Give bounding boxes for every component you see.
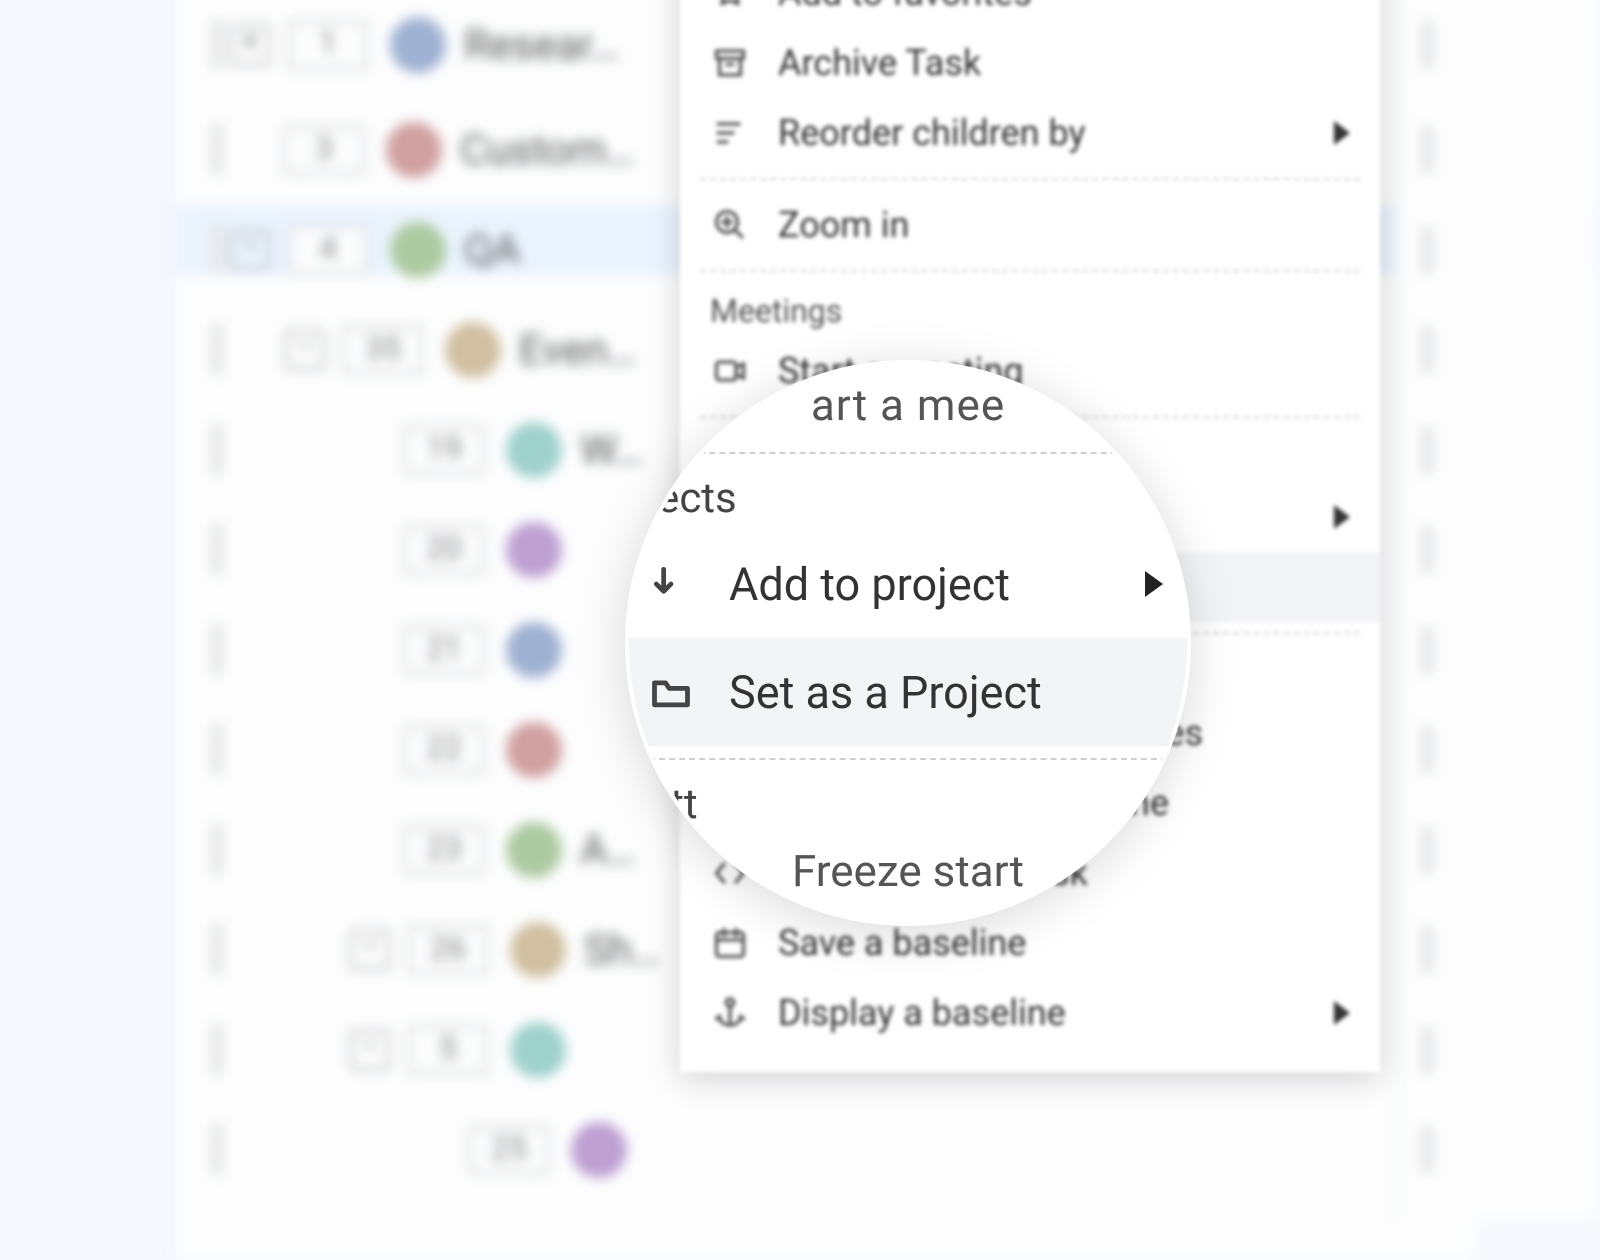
row-drag-handle[interactable] <box>210 425 224 475</box>
collapse-icon[interactable]: − <box>350 930 390 970</box>
task-name: QA <box>464 226 520 275</box>
task-id-badge: 23 <box>404 825 484 875</box>
avatar <box>510 1022 566 1078</box>
row-drag-handle[interactable] <box>210 525 224 575</box>
calendar-icon <box>710 923 750 963</box>
avatar <box>506 522 562 578</box>
timeline-handle[interactable] <box>1420 428 1434 472</box>
lens-section-gantt: ntt <box>629 772 1187 836</box>
folder-icon <box>647 668 695 716</box>
row-drag-handle[interactable] <box>210 125 224 175</box>
row-drag-handle[interactable] <box>210 925 224 975</box>
timeline-handle[interactable] <box>1420 728 1434 772</box>
timeline-handle[interactable] <box>1420 128 1434 172</box>
timeline-handle[interactable] <box>1420 628 1434 672</box>
avatar <box>390 222 446 278</box>
menu-label: Save a baseline <box>778 922 1350 964</box>
task-id-badge: 1 <box>288 20 368 70</box>
timeline-handle[interactable] <box>1420 828 1434 872</box>
lens-fragment-start-meeting: art a mee <box>629 364 1187 440</box>
task-id-badge: 21 <box>404 625 484 675</box>
star-icon <box>710 0 750 13</box>
timeline-handle[interactable] <box>1420 528 1434 572</box>
row-drag-handle[interactable] <box>210 625 224 675</box>
menu-item-set-as-project[interactable]: Set as a Project <box>629 638 1187 746</box>
menu-label: Add to favorites <box>778 0 1350 14</box>
task-id-badge: 22 <box>404 725 484 775</box>
anchor-icon <box>710 993 750 1033</box>
avatar <box>390 17 446 73</box>
menu-item-archive-task[interactable]: Archive Task <box>680 28 1380 98</box>
row-drag-handle[interactable] <box>210 325 224 375</box>
chevron-right-icon <box>1334 121 1350 145</box>
row-drag-handle[interactable] <box>210 725 224 775</box>
task-id-badge: 4 <box>288 225 368 275</box>
task-name: Custom… <box>460 126 634 175</box>
timeline-handle[interactable] <box>1420 928 1434 972</box>
task-id-badge: 19 <box>404 425 484 475</box>
lens-section-projects: jects <box>629 466 1187 530</box>
row-drag-handle[interactable] <box>210 225 224 275</box>
menu-label: Zoom in <box>778 204 1350 246</box>
avatar <box>506 622 562 678</box>
task-name: Resear… <box>464 21 619 70</box>
add-to-project-icon <box>647 560 695 608</box>
timeline-handle[interactable] <box>1420 1128 1434 1172</box>
menu-separator <box>700 178 1360 180</box>
row-drag-handle[interactable] <box>210 1125 224 1175</box>
timeline-handle[interactable] <box>1420 228 1434 272</box>
timeline-handle[interactable] <box>1420 1028 1434 1072</box>
timeline-handle[interactable] <box>1420 328 1434 372</box>
collapse-icon[interactable]: − <box>285 330 325 370</box>
archive-icon <box>710 43 750 83</box>
avatar <box>445 322 501 378</box>
menu-item-zoom-in[interactable]: Zoom in <box>680 190 1380 260</box>
menu-label: Reorder children by <box>778 112 1306 154</box>
menu-item-add-to-favorites[interactable]: Add to favorites <box>680 0 1380 28</box>
zoom-in-icon <box>710 205 750 245</box>
avatar <box>506 822 562 878</box>
menu-item-reorder-children[interactable]: Reorder children by <box>680 98 1380 168</box>
task-id-badge: 26 <box>408 925 488 975</box>
row-drag-handle[interactable] <box>210 825 224 875</box>
collapse-icon[interactable]: − <box>350 1030 390 1070</box>
avatar <box>510 922 566 978</box>
menu-label: Display a baseline <box>778 992 1306 1034</box>
task-name: Sh… <box>584 926 660 975</box>
sort-icon <box>710 113 750 153</box>
task-id-badge: 25 <box>469 1125 549 1175</box>
menu-separator <box>700 270 1360 272</box>
collapse-icon[interactable]: − <box>230 230 270 270</box>
chevron-right-icon <box>1334 505 1350 529</box>
menu-item-display-baseline[interactable]: Display a baseline <box>680 978 1380 1048</box>
chevron-right-icon <box>1334 1001 1350 1025</box>
lens-fragment-freeze: Freeze start <box>629 836 1187 906</box>
chevron-right-icon <box>1145 571 1163 597</box>
row-drag-handle[interactable] <box>210 20 224 70</box>
menu-separator <box>639 758 1177 760</box>
menu-separator <box>639 452 1177 454</box>
task-id-badge: 5 <box>408 1025 488 1075</box>
menu-label: Add to project <box>729 558 1111 611</box>
magnifier-lens: art a mee jects Add to project Set as a … <box>625 360 1191 926</box>
timeline-handle[interactable] <box>1420 23 1434 67</box>
task-row[interactable]: 25 <box>415 1110 1315 1190</box>
avatar <box>506 722 562 778</box>
row-drag-handle[interactable] <box>210 1025 224 1075</box>
task-id-badge: 3 <box>284 125 364 175</box>
avatar <box>506 422 562 478</box>
avatar <box>386 122 442 178</box>
menu-label: Archive Task <box>778 42 1350 84</box>
menu-label: Set as a Project <box>729 666 1163 719</box>
avatar <box>571 1122 627 1178</box>
task-name: A… <box>580 826 636 875</box>
task-id-badge: 20 <box>404 525 484 575</box>
expand-icon[interactable]: + <box>230 25 270 65</box>
task-name: Even… <box>519 326 636 375</box>
task-id-badge: 35 <box>343 325 423 375</box>
menu-section-meetings: Meetings <box>680 282 1380 336</box>
menu-item-add-to-project[interactable]: Add to project <box>629 530 1187 638</box>
